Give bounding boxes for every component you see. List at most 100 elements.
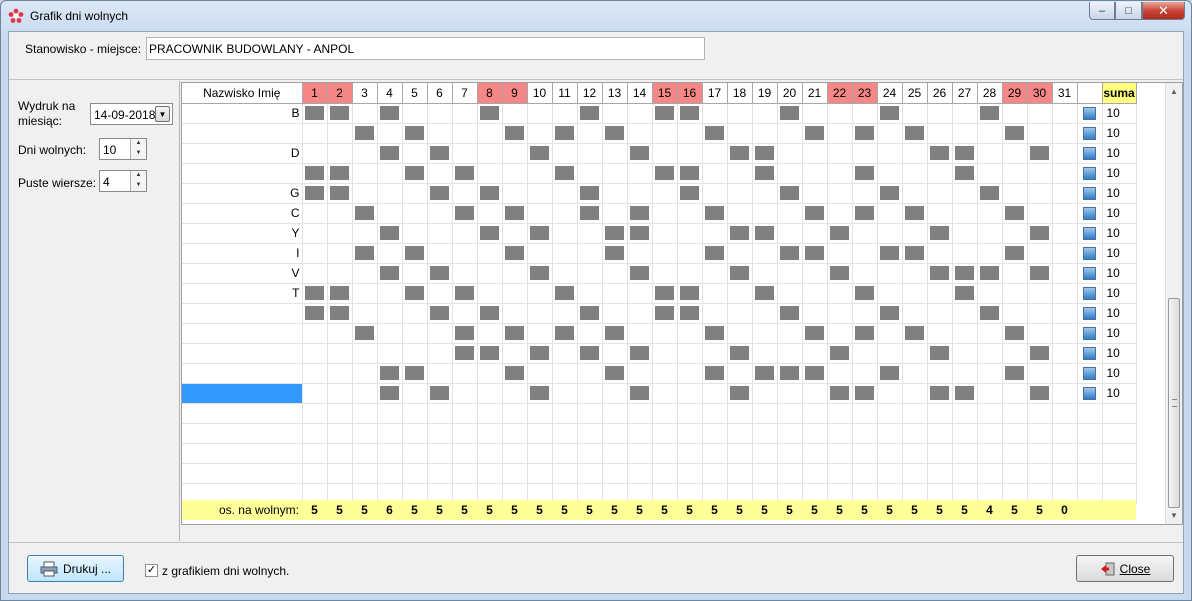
day-cell[interactable]	[877, 303, 903, 324]
day-cell[interactable]	[702, 283, 728, 304]
day-cell[interactable]	[702, 243, 728, 264]
checkbox-checked-icon[interactable]	[1083, 286, 1096, 300]
day-cell[interactable]	[527, 123, 553, 144]
day-cell[interactable]	[1052, 143, 1078, 164]
column-header-day[interactable]: 5	[402, 83, 428, 104]
day-cell[interactable]	[477, 383, 503, 404]
day-cell[interactable]	[977, 283, 1003, 304]
day-cell[interactable]	[477, 343, 503, 364]
day-cell[interactable]	[502, 163, 528, 184]
day-cell[interactable]	[1027, 323, 1053, 344]
day-cell[interactable]	[677, 143, 703, 164]
day-cell[interactable]	[402, 143, 428, 164]
day-cell[interactable]	[877, 363, 903, 384]
day-cell[interactable]	[452, 123, 478, 144]
print-schedule-checkbox[interactable]: ✓	[145, 564, 158, 577]
empty-rows-stepper[interactable]: 4 ▲ ▼	[99, 170, 147, 192]
day-cell[interactable]	[1027, 283, 1053, 304]
day-cell[interactable]	[777, 143, 803, 164]
day-cell[interactable]	[1052, 363, 1078, 384]
day-cell[interactable]	[802, 343, 828, 364]
day-cell[interactable]	[577, 383, 603, 404]
day-cell[interactable]	[677, 163, 703, 184]
day-cell[interactable]	[877, 123, 903, 144]
day-cell[interactable]	[402, 163, 428, 184]
column-header-day[interactable]: 4	[377, 83, 403, 104]
day-cell[interactable]	[702, 323, 728, 344]
checkbox-checked-icon[interactable]	[1083, 346, 1096, 360]
employee-name-cell[interactable]: G	[182, 183, 303, 204]
day-cell[interactable]	[427, 243, 453, 264]
day-cell[interactable]	[852, 323, 878, 344]
day-cell[interactable]	[377, 243, 403, 264]
day-cell[interactable]	[1002, 283, 1028, 304]
day-cell[interactable]	[677, 383, 703, 404]
day-cell[interactable]	[502, 203, 528, 224]
day-cell[interactable]	[677, 243, 703, 264]
day-cell[interactable]	[977, 223, 1003, 244]
checkbox-checked-icon[interactable]	[1083, 386, 1096, 400]
day-cell[interactable]	[477, 223, 503, 244]
column-header-day[interactable]: 9	[502, 83, 528, 104]
day-cell[interactable]	[427, 363, 453, 384]
day-cell[interactable]	[377, 123, 403, 144]
day-cell[interactable]	[702, 383, 728, 404]
day-cell[interactable]	[577, 223, 603, 244]
column-header-day[interactable]: 22	[827, 83, 853, 104]
day-cell[interactable]	[477, 323, 503, 344]
day-cell[interactable]	[577, 323, 603, 344]
day-cell[interactable]	[927, 283, 953, 304]
day-cell[interactable]	[927, 363, 953, 384]
day-cell[interactable]	[302, 123, 328, 144]
day-cell[interactable]	[802, 323, 828, 344]
day-cell[interactable]	[977, 143, 1003, 164]
day-cell[interactable]	[977, 323, 1003, 344]
day-cell[interactable]	[902, 303, 928, 324]
day-cell[interactable]	[552, 383, 578, 404]
day-cell[interactable]	[577, 203, 603, 224]
day-cell[interactable]	[377, 183, 403, 204]
row-check-cell[interactable]	[1077, 143, 1103, 164]
day-cell[interactable]	[652, 203, 678, 224]
day-cell[interactable]	[627, 203, 653, 224]
day-cell[interactable]	[352, 103, 378, 124]
day-cell[interactable]	[652, 323, 678, 344]
day-cell[interactable]	[377, 163, 403, 184]
day-cell[interactable]	[702, 163, 728, 184]
column-header-day[interactable]: 28	[977, 83, 1003, 104]
day-cell[interactable]	[577, 103, 603, 124]
day-cell[interactable]	[502, 383, 528, 404]
day-cell[interactable]	[352, 183, 378, 204]
day-cell[interactable]	[952, 223, 978, 244]
employee-name-cell[interactable]: C	[182, 203, 303, 224]
day-cell[interactable]	[602, 323, 628, 344]
day-cell[interactable]	[377, 203, 403, 224]
day-cell[interactable]	[552, 283, 578, 304]
column-header-day[interactable]: 15	[652, 83, 678, 104]
day-cell[interactable]	[952, 383, 978, 404]
day-cell[interactable]	[627, 163, 653, 184]
day-cell[interactable]	[702, 123, 728, 144]
day-cell[interactable]	[702, 343, 728, 364]
day-cell[interactable]	[852, 303, 878, 324]
day-cell[interactable]	[1052, 243, 1078, 264]
day-cell[interactable]	[702, 143, 728, 164]
day-cell[interactable]	[1002, 343, 1028, 364]
day-cell[interactable]	[752, 323, 778, 344]
day-cell[interactable]	[377, 383, 403, 404]
day-cell[interactable]	[852, 363, 878, 384]
scroll-thumb[interactable]	[1168, 298, 1180, 508]
day-cell[interactable]	[1002, 103, 1028, 124]
day-cell[interactable]	[702, 223, 728, 244]
column-header-day[interactable]: 26	[927, 83, 953, 104]
day-cell[interactable]	[1027, 383, 1053, 404]
day-cell[interactable]	[827, 363, 853, 384]
row-check-cell[interactable]	[1077, 183, 1103, 204]
employee-name-cell[interactable]	[182, 163, 303, 184]
day-cell[interactable]	[427, 123, 453, 144]
day-cell[interactable]	[652, 303, 678, 324]
day-cell[interactable]	[877, 223, 903, 244]
day-cell[interactable]	[852, 243, 878, 264]
day-cell[interactable]	[727, 223, 753, 244]
checkbox-checked-icon[interactable]	[1083, 146, 1096, 160]
